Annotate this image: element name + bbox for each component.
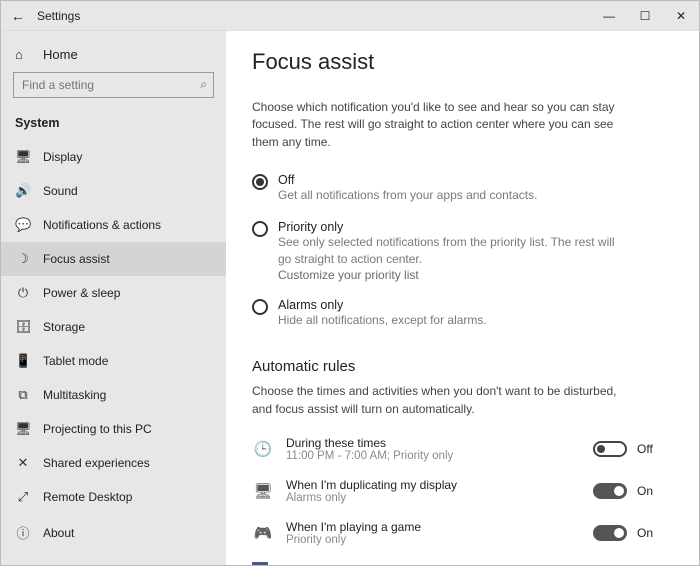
nav-label: Sound bbox=[43, 184, 78, 198]
nav-icon: ⏻ bbox=[15, 285, 31, 301]
home-label: Home bbox=[43, 47, 78, 62]
window-title: Settings bbox=[35, 9, 80, 23]
radio-desc: Hide all notifications, except for alarm… bbox=[278, 312, 487, 329]
sidebar-item-display[interactable]: 🖥 Display bbox=[1, 140, 226, 174]
toggle-state-label: Off bbox=[637, 442, 653, 456]
back-button[interactable]: ← bbox=[1, 8, 35, 24]
rules-desc: Choose the times and activities when you… bbox=[252, 383, 622, 418]
rule-when-i-m-playing-a-game[interactable]: 🎮 When I'm playing a gamePriority only On bbox=[252, 512, 673, 554]
radio-label: Off bbox=[278, 173, 537, 187]
page-title: Focus assist bbox=[252, 49, 673, 75]
customize-priority-link[interactable]: Customize your priority list bbox=[278, 268, 618, 282]
radio-label: Priority only bbox=[278, 220, 618, 234]
nav-icon: 🖥 bbox=[15, 149, 31, 165]
search-icon: ⌕ bbox=[200, 77, 207, 92]
nav-icon: ☽ bbox=[15, 251, 31, 267]
nav-icon: ⤢ bbox=[15, 489, 31, 505]
toggle[interactable] bbox=[593, 525, 627, 541]
nav-label: Display bbox=[43, 150, 82, 164]
nav-icon: 📱 bbox=[15, 353, 31, 369]
sidebar-item-storage[interactable]: 🗄 Storage bbox=[1, 310, 226, 344]
home-link[interactable]: ⌂ Home bbox=[1, 41, 226, 72]
rule-icon: 🎮 bbox=[252, 524, 274, 542]
nav-label: Projecting to this PC bbox=[43, 422, 152, 436]
radio-alarms-only[interactable]: Alarms onlyHide all notifications, excep… bbox=[252, 292, 673, 339]
summary-checkbox-row[interactable]: ✓ Show me a summary of what I missed whi… bbox=[252, 554, 673, 565]
sidebar-item-multitasking[interactable]: ⧉ Multitasking bbox=[1, 378, 226, 412]
sidebar-item-about[interactable]: ⓘ About bbox=[1, 514, 226, 551]
nav-label: Storage bbox=[43, 320, 85, 334]
rule-during-these-times[interactable]: 🕒 During these times11:00 PM - 7:00 AM; P… bbox=[252, 428, 673, 470]
sidebar-item-notifications-actions[interactable]: 💬 Notifications & actions bbox=[1, 208, 226, 242]
page-intro: Choose which notification you'd like to … bbox=[252, 99, 622, 151]
nav-icon: 🗄 bbox=[15, 319, 31, 335]
rules-heading: Automatic rules bbox=[252, 358, 673, 375]
rules-list: 🕒 During these times11:00 PM - 7:00 AM; P… bbox=[252, 428, 673, 554]
nav-list: 🖥 Display 🔊 Sound 💬 Notifications & actions ☽ F… bbox=[1, 140, 226, 551]
nav-icon: ✕ bbox=[15, 455, 31, 471]
rule-title: During these times bbox=[286, 436, 581, 450]
search-input[interactable] bbox=[13, 72, 214, 98]
rule-when-i-m-duplicating-my-display[interactable]: 🖥 When I'm duplicating my displayAlarms o… bbox=[252, 470, 673, 512]
sidebar-item-shared-experiences[interactable]: ✕ Shared experiences bbox=[1, 446, 226, 480]
radio-label: Alarms only bbox=[278, 298, 487, 312]
radio-desc: See only selected notifications from the… bbox=[278, 234, 618, 268]
toggle-state-label: On bbox=[637, 484, 653, 498]
sidebar: ⌂ Home ⌕ System 🖥 Display 🔊 Sound 💬 Notificat… bbox=[1, 31, 226, 565]
nav-label: Remote Desktop bbox=[43, 490, 132, 504]
nav-label: Shared experiences bbox=[43, 456, 150, 470]
sidebar-item-tablet-mode[interactable]: 📱 Tablet mode bbox=[1, 344, 226, 378]
nav-icon: ⓘ bbox=[15, 523, 31, 542]
rule-title: When I'm playing a game bbox=[286, 520, 581, 534]
sidebar-item-remote-desktop[interactable]: ⤢ Remote Desktop bbox=[1, 480, 226, 514]
radio-off[interactable]: OffGet all notifications from your apps … bbox=[252, 167, 673, 214]
rule-icon: 🕒 bbox=[252, 440, 274, 458]
section-title: System bbox=[1, 112, 226, 140]
nav-label: About bbox=[43, 526, 74, 540]
toggle[interactable] bbox=[593, 483, 627, 499]
rule-sub: Priority only bbox=[286, 534, 581, 546]
toggle[interactable] bbox=[593, 441, 627, 457]
nav-label: Tablet mode bbox=[43, 354, 108, 368]
radio-priority-only[interactable]: Priority onlySee only selected notificat… bbox=[252, 214, 673, 292]
radio-icon bbox=[252, 221, 268, 237]
search-box: ⌕ bbox=[13, 72, 214, 98]
radio-icon bbox=[252, 174, 268, 190]
nav-label: Notifications & actions bbox=[43, 218, 161, 232]
toggle-state-label: On bbox=[637, 526, 653, 540]
radio-desc: Get all notifications from your apps and… bbox=[278, 187, 537, 204]
rule-title: When I'm duplicating my display bbox=[286, 478, 581, 492]
sidebar-item-projecting-to-this-pc[interactable]: 🖥 Projecting to this PC bbox=[1, 412, 226, 446]
content-area: Focus assist Choose which notification y… bbox=[226, 31, 699, 565]
radio-icon bbox=[252, 299, 268, 315]
nav-label: Power & sleep bbox=[43, 286, 120, 300]
nav-icon: ⧉ bbox=[15, 387, 31, 403]
nav-label: Multitasking bbox=[43, 388, 106, 402]
sidebar-item-sound[interactable]: 🔊 Sound bbox=[1, 174, 226, 208]
focus-mode-radio-group: OffGet all notifications from your apps … bbox=[252, 167, 673, 338]
nav-icon: 🖥 bbox=[15, 421, 31, 437]
nav-icon: 🔊 bbox=[15, 183, 31, 199]
sidebar-item-power-sleep[interactable]: ⏻ Power & sleep bbox=[1, 276, 226, 310]
rule-icon: 🖥 bbox=[252, 482, 274, 500]
nav-label: Focus assist bbox=[43, 252, 110, 266]
minimize-button[interactable]: — bbox=[591, 1, 627, 31]
summary-checkbox-label: Show me a summary of what I missed while… bbox=[278, 563, 619, 565]
home-icon: ⌂ bbox=[15, 47, 31, 62]
nav-icon: 💬 bbox=[15, 217, 31, 233]
maximize-button[interactable]: ☐ bbox=[627, 1, 663, 31]
rule-sub: Alarms only bbox=[286, 492, 581, 504]
titlebar: ← Settings — ☐ ✕ bbox=[1, 1, 699, 31]
checkbox-icon: ✓ bbox=[252, 562, 268, 565]
sidebar-item-focus-assist[interactable]: ☽ Focus assist bbox=[1, 242, 226, 276]
close-button[interactable]: ✕ bbox=[663, 1, 699, 31]
settings-window: ← Settings — ☐ ✕ ⌂ Home ⌕ System 🖥 Displa… bbox=[0, 0, 700, 566]
rule-sub: 11:00 PM - 7:00 AM; Priority only bbox=[286, 450, 581, 462]
